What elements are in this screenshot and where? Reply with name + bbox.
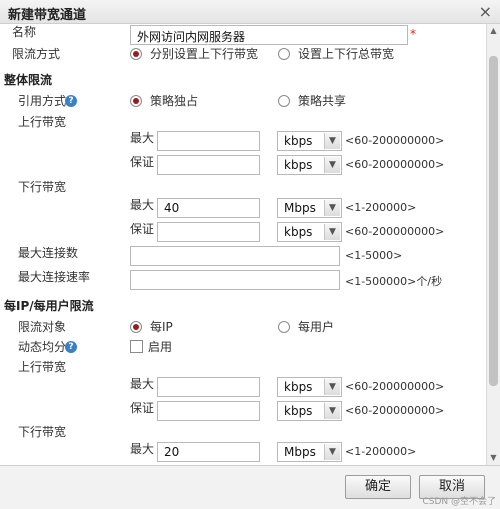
watermark: CSDN @空不会了 (422, 497, 496, 507)
overall-down-guarantee-unit-select[interactable]: kbps ▼ (277, 222, 342, 242)
per-ip-up-guarantee-unit-value: kbps (284, 404, 313, 418)
per-ip-section-heading: 每IP/每用户限流 (4, 299, 94, 313)
overall-up-max-input[interactable] (157, 131, 260, 151)
dynamic-share-enable-label: 启用 (148, 340, 173, 354)
per-ip-up-guarantee-hint: <60-200000000> (345, 404, 445, 417)
limit-mode-separate-label: 分别设置上下行带宽 (150, 47, 259, 61)
per-ip-down-max-unit-select[interactable]: Mbps ▼ (277, 442, 342, 462)
dynamic-share-checkbox[interactable] (130, 340, 143, 353)
limit-mode-label: 限流方式 (12, 47, 61, 61)
limit-mode-total-radio[interactable] (278, 48, 290, 60)
per-ip-up-guarantee-input[interactable] (157, 401, 260, 421)
dialog-titlebar: 新建带宽通道 × (0, 0, 500, 24)
overall-down-guarantee-label: 保证 (130, 222, 155, 236)
limit-mode-separate-radio[interactable] (130, 48, 142, 60)
chevron-down-icon: ▼ (324, 444, 340, 460)
per-ip-down-max-unit-value: Mbps (284, 445, 316, 459)
vertical-scrollbar[interactable]: ▲ ▼ (486, 24, 500, 465)
chevron-down-icon: ▼ (324, 379, 340, 395)
ref-mode-shared-label: 策略共享 (298, 94, 347, 108)
per-ip-up-max-label: 最大 (130, 377, 155, 391)
overall-up-guarantee-label: 保证 (130, 155, 155, 169)
dynamic-share-label: 动态均分 (18, 340, 67, 354)
max-conn-label: 最大连接数 (18, 246, 79, 260)
per-ip-downstream-label: 下行带宽 (18, 425, 67, 439)
overall-down-max-label: 最大 (130, 198, 155, 212)
help-icon[interactable]: ? (65, 341, 77, 353)
ref-mode-exclusive-radio[interactable] (130, 95, 142, 107)
per-ip-up-max-hint: <60-200000000> (345, 380, 445, 393)
scroll-down-icon[interactable]: ▼ (487, 451, 500, 465)
overall-down-max-input[interactable]: 40 (157, 198, 260, 218)
per-ip-up-guarantee-unit-select[interactable]: kbps ▼ (277, 401, 342, 421)
limit-target-per-ip-radio[interactable] (130, 321, 142, 333)
max-conn-rate-input[interactable] (130, 270, 340, 290)
ok-button[interactable]: 确定 (345, 475, 411, 499)
per-ip-up-max-unit-select[interactable]: kbps ▼ (277, 377, 342, 397)
overall-down-guarantee-input[interactable] (157, 222, 260, 242)
per-ip-down-max-label: 最大 (130, 442, 155, 456)
overall-up-max-unit-value: kbps (284, 134, 313, 148)
name-input[interactable]: 外网访问内网服务器 (130, 25, 408, 45)
limit-mode-total-label: 设置上下行总带宽 (298, 47, 395, 61)
overall-up-max-unit-select[interactable]: kbps ▼ (277, 131, 342, 151)
per-ip-down-max-input[interactable]: 20 (157, 442, 260, 462)
chevron-down-icon: ▼ (324, 224, 340, 240)
per-ip-up-guarantee-label: 保证 (130, 401, 155, 415)
per-ip-upstream-label: 上行带宽 (18, 360, 67, 374)
max-conn-hint: <1-5000> (345, 249, 403, 262)
chevron-down-icon: ▼ (324, 200, 340, 216)
max-conn-input[interactable] (130, 246, 340, 266)
overall-up-max-hint: <60-200000000> (345, 134, 445, 147)
dialog-title: 新建带宽通道 (8, 8, 87, 23)
ref-mode-exclusive-label: 策略独占 (150, 94, 199, 108)
limit-target-per-user-radio[interactable] (278, 321, 290, 333)
chevron-down-icon: ▼ (324, 157, 340, 173)
name-label: 名称 (12, 25, 37, 39)
per-ip-down-max-hint: <1-200000> (345, 445, 417, 458)
limit-target-label: 限流对象 (18, 320, 67, 334)
overall-up-max-label: 最大 (130, 131, 155, 145)
close-icon[interactable]: × (479, 2, 492, 21)
chevron-down-icon: ▼ (324, 403, 340, 419)
overall-downstream-label: 下行带宽 (18, 180, 67, 194)
chevron-down-icon: ▼ (324, 133, 340, 149)
overall-up-guarantee-input[interactable] (157, 155, 260, 175)
overall-up-guarantee-unit-select[interactable]: kbps ▼ (277, 155, 342, 175)
dialog-footer: 确定 取消 CSDN @空不会了 (0, 465, 500, 509)
overall-upstream-label: 上行带宽 (18, 115, 67, 129)
per-ip-up-max-unit-value: kbps (284, 380, 313, 394)
scrollbar-thumb[interactable] (489, 56, 498, 386)
dialog-content: 名称 外网访问内网服务器 * 限流方式 分别设置上下行带宽 设置上下行总带宽 整… (0, 24, 486, 465)
overall-up-guarantee-hint: <60-200000000> (345, 158, 445, 171)
max-conn-rate-label: 最大连接速率 (18, 270, 91, 284)
ref-mode-label: 引用方式 (18, 94, 67, 108)
overall-up-guarantee-unit-value: kbps (284, 158, 313, 172)
overall-down-max-unit-select[interactable]: Mbps ▼ (277, 198, 342, 218)
overall-down-guarantee-hint: <60-200000000> (345, 225, 445, 238)
ref-mode-shared-radio[interactable] (278, 95, 290, 107)
per-ip-up-max-input[interactable] (157, 377, 260, 397)
scroll-up-icon[interactable]: ▲ (487, 24, 500, 38)
overall-down-max-unit-value: Mbps (284, 201, 316, 215)
overall-down-guarantee-unit-value: kbps (284, 225, 313, 239)
limit-target-per-user-label: 每用户 (298, 320, 335, 334)
overall-down-max-hint: <1-200000> (345, 201, 417, 214)
max-conn-rate-hint: <1-500000>个/秒 (345, 275, 443, 288)
limit-target-per-ip-label: 每IP (150, 320, 173, 334)
required-mark: * (410, 27, 416, 41)
help-icon[interactable]: ? (65, 95, 77, 107)
overall-section-heading: 整体限流 (4, 73, 53, 87)
